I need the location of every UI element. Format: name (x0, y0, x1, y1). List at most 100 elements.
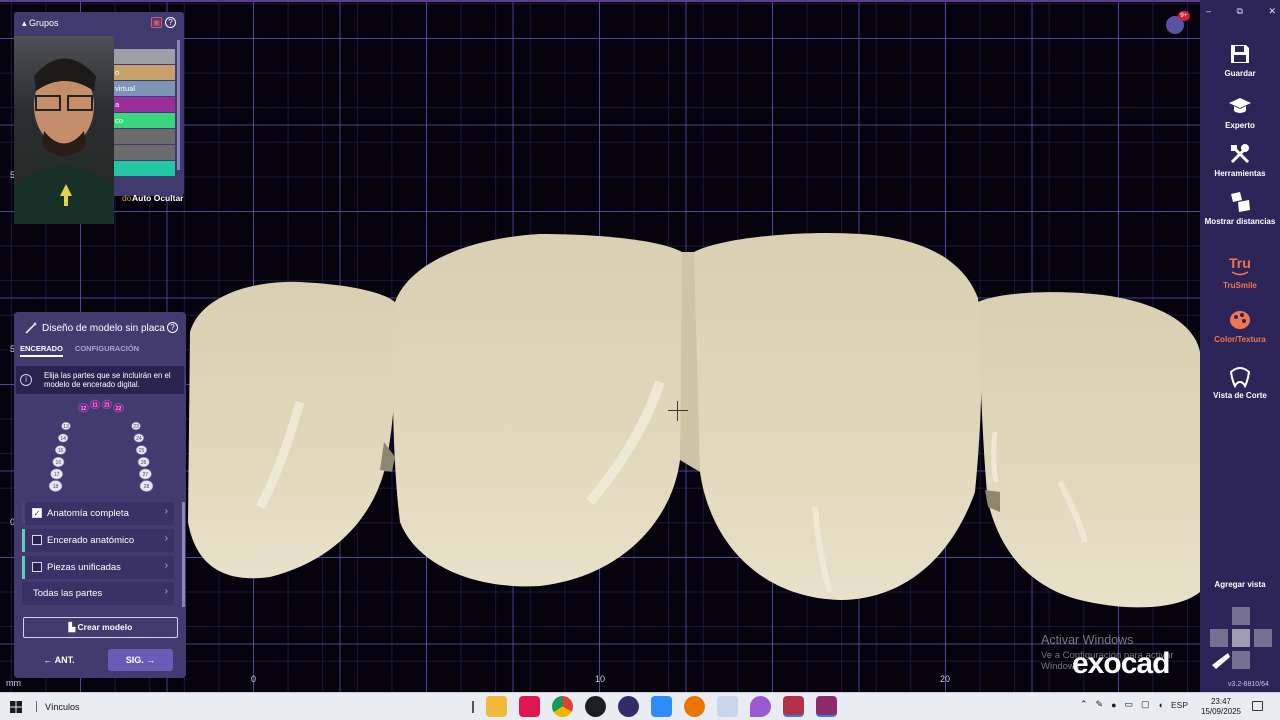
language-indicator[interactable]: ESP (1171, 700, 1188, 710)
windows-start-icon[interactable] (10, 701, 22, 713)
option-encerado-anatomico[interactable]: Encerado anatómico › (22, 529, 174, 552)
previous-button[interactable]: ← ANT. (24, 650, 94, 670)
tooth-26[interactable]: 26 (137, 456, 150, 468)
tooth-24[interactable]: 24 (133, 433, 145, 443)
panel-title: Diseño de modelo sin placa (42, 323, 165, 334)
checkbox-anatomia[interactable]: ✓ (32, 508, 42, 518)
minimize-button[interactable]: – (1206, 6, 1211, 17)
groups-header[interactable]: ▴ Grupos (22, 18, 59, 29)
palette-icon (1230, 311, 1250, 329)
option-anatomia-completa[interactable]: ✓ Anatomía completa › (22, 502, 174, 525)
chrome-icon[interactable] (552, 696, 573, 717)
system-clock[interactable]: 23:47 15/09/2025 (1200, 697, 1242, 717)
zoom-icon[interactable] (651, 696, 672, 717)
ink-icon[interactable]: ✎ (1096, 699, 1104, 710)
crosshair-cursor (668, 401, 688, 421)
expert-button[interactable]: Experto (1200, 94, 1280, 130)
group-row[interactable]: o (110, 65, 175, 80)
magic-wand-icon (25, 322, 37, 334)
display-icon[interactable]: ▢ (1141, 699, 1150, 710)
windows-taskbar: Vínculos ⌃ ✎ ● ▭ ▢ ◖ ESP 23:47 15/09/202… (0, 692, 1280, 720)
info-icon: i (20, 374, 32, 386)
checkbox-piezas[interactable] (32, 562, 42, 572)
chevron-right-icon: › (164, 586, 168, 597)
option-label: Encerado anatómico (47, 535, 135, 546)
github-icon[interactable] (585, 696, 606, 717)
tooth-selection-chart[interactable]: 12 11 21 22 13 14 15 16 17 18 23 24 25 26 27 28 (36, 398, 166, 494)
tooth-21[interactable]: 21 (101, 399, 113, 409)
trusmile-button[interactable]: Tru TruSmile (1200, 254, 1280, 290)
svg-text:23: 23 (133, 424, 139, 430)
section-view-button[interactable]: Vista de Corte (1200, 364, 1280, 400)
panel-scrollbar[interactable] (182, 502, 185, 607)
tooth-28[interactable]: 28 (139, 480, 154, 492)
option-piezas-unificadas[interactable]: Piezas unificadas › (22, 556, 174, 579)
tools-button[interactable]: Herramientas (1200, 142, 1280, 178)
volume-icon[interactable]: ◖ (1158, 700, 1163, 710)
exocad-icon[interactable] (783, 696, 804, 717)
tiktok-icon[interactable] (519, 696, 540, 717)
tooth-16[interactable]: 16 (52, 456, 65, 468)
tooth-14[interactable]: 14 (57, 433, 69, 443)
tooth-17[interactable]: 17 (50, 468, 64, 480)
microphone-icon[interactable]: ● (1111, 700, 1116, 710)
tooth-15[interactable]: 15 (54, 445, 67, 455)
restore-button[interactable]: ⧉ (1237, 6, 1243, 17)
maps-pin-icon[interactable] (750, 696, 771, 717)
next-button[interactable]: SIG. → (108, 649, 173, 671)
groups-help-icon[interactable]: ? (165, 17, 176, 28)
blender-icon[interactable] (684, 696, 705, 717)
tooth-11[interactable]: 11 (89, 399, 101, 409)
close-button[interactable]: ✕ (1268, 6, 1276, 17)
chevron-up-icon[interactable]: ⌃ (1080, 699, 1088, 710)
window-controls: – ⧉ ✕ (1206, 6, 1276, 17)
tooth-22[interactable]: 22 (113, 403, 124, 413)
action-center-icon[interactable] (1252, 701, 1263, 711)
taskbar-apps (472, 696, 837, 717)
add-view-label[interactable]: Agregar vista (1200, 580, 1280, 589)
view-cube[interactable] (1208, 605, 1274, 675)
show-distances-button[interactable]: Mostrar distancias (1200, 190, 1280, 226)
tooth-25[interactable]: 25 (135, 445, 148, 455)
svg-text:26: 26 (141, 460, 147, 466)
chevron-right-icon: › (164, 506, 168, 517)
group-row[interactable]: co (110, 113, 175, 128)
tab-configuracion[interactable]: CONFIGURACIÓN (75, 344, 139, 357)
group-row[interactable]: virtual (110, 81, 175, 96)
system-tray: ⌃ ✎ ● ▭ ▢ ◖ ESP (1080, 699, 1188, 710)
auto-hide-toggle[interactable]: Auto Ocultar (132, 193, 183, 203)
tooth-23[interactable]: 23 (131, 421, 141, 431)
tab-encerado[interactable]: ENCERADO (20, 344, 63, 357)
notification-badge: 9+ (1178, 11, 1190, 21)
save-button[interactable]: Guardar (1200, 42, 1280, 78)
tooth-13[interactable]: 13 (61, 421, 71, 431)
group-row[interactable]: a (110, 97, 175, 112)
tools-icon (1230, 144, 1250, 164)
tooth-12[interactable]: 12 (78, 403, 89, 413)
links-toolbar[interactable]: Vínculos (45, 702, 80, 712)
group-row[interactable] (110, 161, 175, 176)
x-tick-0: 0 (251, 674, 257, 684)
tooth-18[interactable]: 18 (48, 480, 63, 492)
svg-text:27: 27 (143, 472, 149, 478)
group-row[interactable] (110, 145, 175, 160)
group-row[interactable] (110, 49, 175, 64)
exocad-window: mm 0 10 20 5 0 5 Activar Windows Ve a Co… (0, 0, 1280, 720)
checkbox-encerado[interactable] (32, 535, 42, 545)
create-model-button[interactable]: ▙ Crear modelo (23, 617, 178, 638)
groups-color-icon[interactable]: ▣ (151, 17, 162, 28)
file-explorer-icon[interactable] (486, 696, 507, 717)
brush-app-icon[interactable] (717, 696, 738, 717)
previous-label: ANT. (54, 655, 75, 665)
group-row[interactable] (110, 129, 175, 144)
option-todas-las-partes[interactable]: Todas las partes › (22, 582, 174, 605)
tooth-27[interactable]: 27 (138, 468, 152, 480)
cad-app-icon[interactable] (816, 696, 837, 717)
help-icon[interactable]: ? (167, 322, 178, 333)
graduation-cap-icon (1229, 98, 1251, 113)
svg-text:18: 18 (53, 484, 59, 490)
color-texture-button[interactable]: Color/Textura (1200, 308, 1280, 344)
obs-icon[interactable] (618, 696, 639, 717)
groups-scrollbar[interactable] (177, 40, 180, 170)
battery-icon[interactable]: ▭ (1125, 699, 1134, 710)
